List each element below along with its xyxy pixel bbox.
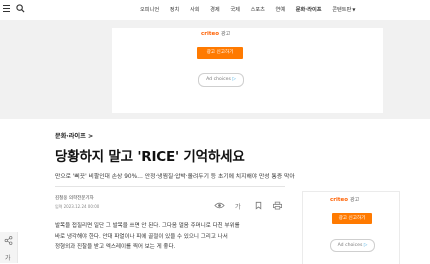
ad-label: 광고	[221, 31, 231, 37]
nav-item-society[interactable]: 사회	[190, 6, 200, 13]
report-ad-button[interactable]: 광고 신고하기	[197, 47, 243, 59]
article-body: 발목을 접질리면 일단 그 발목을 쓰면 안 된다. 그다음 얼음 주머니로 다…	[55, 221, 293, 253]
divider	[55, 186, 285, 187]
nav-item-sports[interactable]: 스포츠	[251, 6, 265, 13]
nav-item-opinion[interactable]: 오피니언	[140, 6, 159, 13]
ad-label: 광고	[350, 197, 360, 203]
nav-item-contents[interactable]: 콘텐트판▼	[332, 6, 364, 13]
ad-choices-icon: ▷	[363, 243, 368, 248]
byline[interactable]: 김철웅 의학전문기자	[55, 195, 94, 201]
article-paragraph-line: 바로 냉각해야 한다. 안대 파열이나 피에 골절이 있을 수 있으니 그리고 …	[55, 233, 228, 240]
criteo-brand: criteo	[201, 31, 219, 37]
criteo-brand: criteo	[330, 197, 348, 203]
bookmark-icon[interactable]	[253, 201, 264, 210]
chevron-down-icon: ▼	[352, 7, 356, 12]
ad-choices-label: Ad choices	[206, 77, 231, 82]
ad-choices-button[interactable]: Ad choices ▷	[330, 239, 375, 252]
nav-item-economy[interactable]: 경제	[210, 6, 220, 13]
top-ad-slot	[112, 28, 383, 113]
nav-item-politics[interactable]: 정치	[170, 6, 180, 13]
criteo-logo: criteo 광고	[330, 196, 359, 203]
nav-item-culture-life[interactable]: 문화·라이프	[296, 6, 322, 13]
breadcrumb[interactable]: 문화·라이프 >	[55, 131, 93, 140]
ad-choices-button[interactable]: Ad choices ▷	[198, 73, 244, 87]
hamburger-menu-icon[interactable]	[3, 5, 10, 13]
search-icon[interactable]	[16, 4, 25, 13]
font-size-icon[interactable]: 가	[234, 201, 245, 210]
nav-item-international[interactable]: 국제	[230, 6, 240, 13]
font-size-button[interactable]: 가	[5, 253, 11, 262]
article-headline: 당황하지 말고 'RICE' 기억하세요	[55, 149, 245, 165]
left-share-rail: 가	[0, 232, 18, 263]
article-paragraph-line: 발목을 접질리면 일단 그 발목을 쓰면 안 된다. 그다음 얼음 주머니로 다…	[55, 223, 240, 229]
print-icon[interactable]	[272, 201, 283, 210]
top-nav-bar: 오피니언 정치 사회 경제 국제 스포츠 연예 문화·라이프 콘텐트판▼	[0, 0, 430, 21]
eye-icon[interactable]	[214, 201, 225, 210]
svg-text:가: 가	[235, 201, 241, 210]
section-nav: 오피니언 정치 사회 경제 국제 스포츠 연예 문화·라이프 콘텐트판▼	[140, 6, 373, 13]
criteo-logo: criteo 광고	[201, 30, 230, 37]
nav-item-entertainment[interactable]: 연예	[276, 6, 286, 13]
dateline: 입력 2023.12.24 00:00	[55, 204, 100, 209]
article-subheadline: 만으로 '삐끗' 비팔인대 손상 90%… 안정·냉찜질·압박·올려두기 등 초…	[55, 174, 295, 180]
share-icon[interactable]	[4, 236, 13, 245]
ad-choices-label: Ad choices	[337, 243, 363, 248]
article-paragraph-line: 정형외과 진찰을 받고 엑스레이를 찍어 보는 게 좋다.	[55, 244, 176, 250]
ad-choices-icon: ▷	[232, 77, 236, 82]
nav-item-contents-label: 콘텐트판	[332, 7, 352, 13]
report-ad-button[interactable]: 광고 신고하기	[332, 213, 372, 224]
